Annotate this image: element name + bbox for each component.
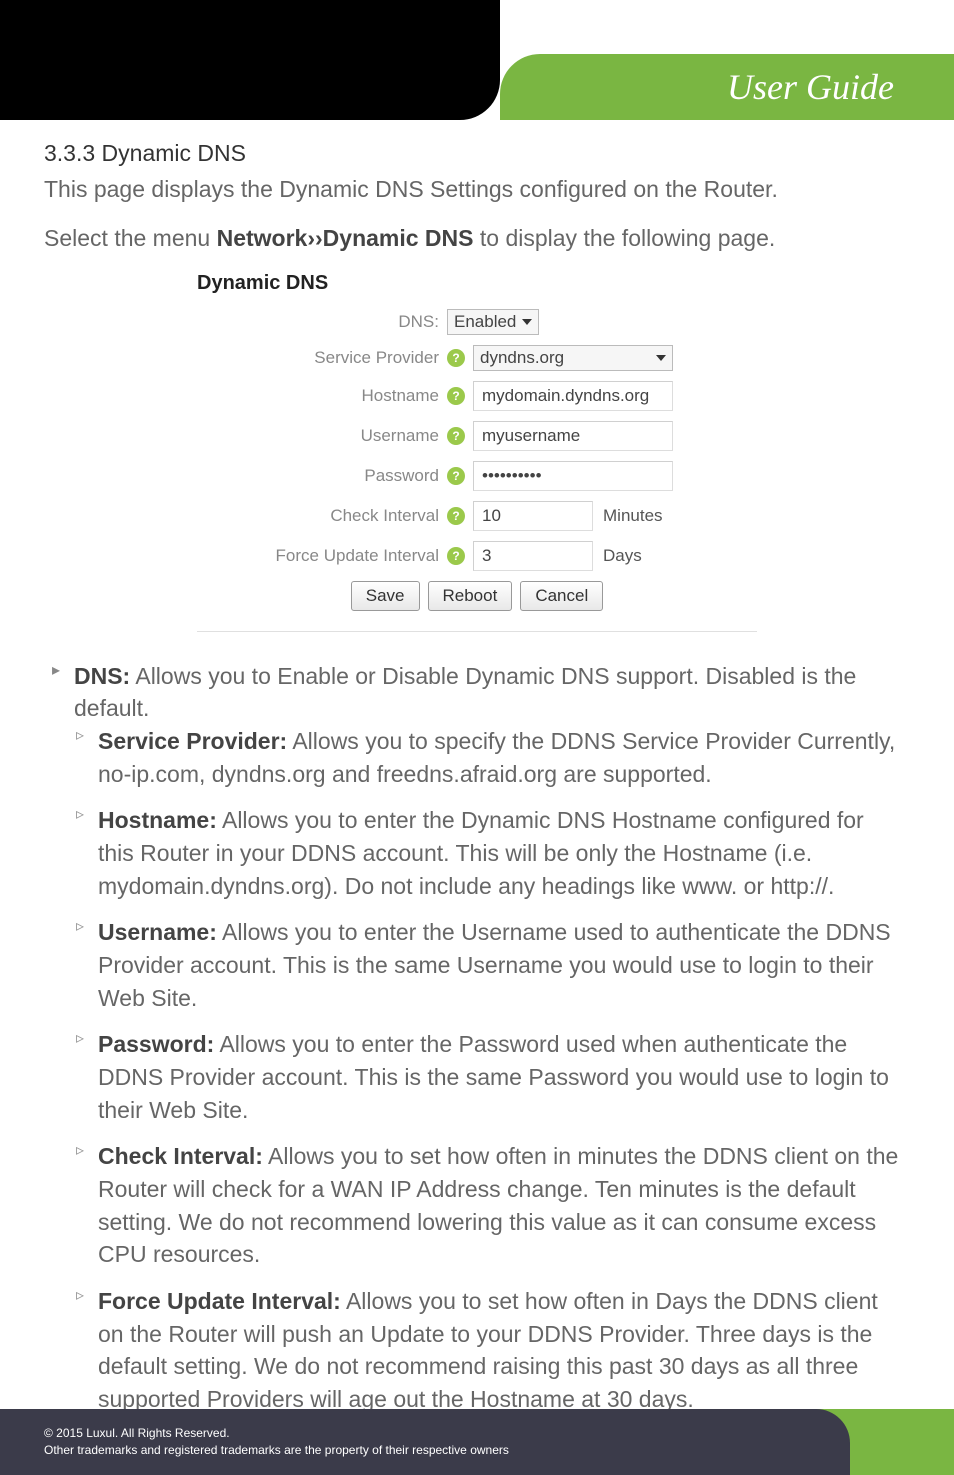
help-icon[interactable]: ? <box>447 387 465 405</box>
desc-check-interval: Check Interval: Allows you to set how of… <box>74 1140 904 1271</box>
header-black-block <box>0 0 500 120</box>
desc-password: Password: Allows you to enter the Passwo… <box>74 1028 904 1126</box>
header-banner: User Guide <box>0 0 954 120</box>
desc-service-provider: Service Provider: Allows you to specify … <box>74 725 904 790</box>
help-icon[interactable]: ? <box>447 547 465 565</box>
hostname-label: Hostname <box>197 386 447 406</box>
guide-title: User Guide <box>500 54 954 120</box>
desc-dns: DNS: Allows you to Enable or Disable Dyn… <box>50 660 904 1416</box>
chevron-down-icon <box>656 355 666 361</box>
check-interval-input[interactable]: 10 <box>473 501 593 531</box>
panel-title: Dynamic DNS <box>197 272 757 295</box>
check-interval-label: Check Interval <box>197 506 447 526</box>
force-update-input[interactable]: 3 <box>473 541 593 571</box>
username-input[interactable]: myusername <box>473 421 673 451</box>
intro-line-1: This page displays the Dynamic DNS Setti… <box>44 173 910 206</box>
settings-screenshot: Dynamic DNS DNS: Enabled Service Provide… <box>197 272 757 632</box>
help-icon[interactable]: ? <box>447 349 465 367</box>
copyright: © 2015 Luxul. All Rights Reserved. <box>44 1425 850 1442</box>
force-update-unit: Days <box>603 546 642 566</box>
footer-left: © 2015 Luxul. All Rights Reserved. Other… <box>0 1409 850 1475</box>
intro-line-2: Select the menu Network››Dynamic DNS to … <box>44 222 910 255</box>
help-icon[interactable]: ? <box>447 467 465 485</box>
dns-label: DNS: <box>197 312 447 332</box>
help-icon[interactable]: ? <box>447 507 465 525</box>
help-icon[interactable]: ? <box>447 427 465 445</box>
chevron-down-icon <box>522 319 532 325</box>
cancel-button[interactable]: Cancel <box>520 581 603 611</box>
password-label: Password <box>197 466 447 486</box>
save-button[interactable]: Save <box>351 581 420 611</box>
desc-hostname: Hostname: Allows you to enter the Dynami… <box>74 804 904 902</box>
desc-force-update: Force Update Interval: Allows you to set… <box>74 1285 904 1416</box>
trademark-notice: Other trademarks and registered trademar… <box>44 1442 850 1459</box>
password-input[interactable]: •••••••••• <box>473 461 673 491</box>
desc-username: Username: Allows you to enter the Userna… <box>74 916 904 1014</box>
section-heading: 3.3.3 Dynamic DNS <box>44 140 910 167</box>
dns-select[interactable]: Enabled <box>447 309 539 335</box>
menu-path: Network››Dynamic DNS <box>217 225 474 251</box>
hostname-input[interactable]: mydomain.dyndns.org <box>473 381 673 411</box>
check-interval-unit: Minutes <box>603 506 663 526</box>
force-update-label: Force Update Interval <box>197 546 447 566</box>
footer: © 2015 Luxul. All Rights Reserved. Other… <box>0 1409 954 1475</box>
service-provider-label: Service Provider <box>197 348 447 368</box>
reboot-button[interactable]: Reboot <box>428 581 513 611</box>
username-label: Username <box>197 426 447 446</box>
service-provider-select[interactable]: dyndns.org <box>473 345 673 371</box>
